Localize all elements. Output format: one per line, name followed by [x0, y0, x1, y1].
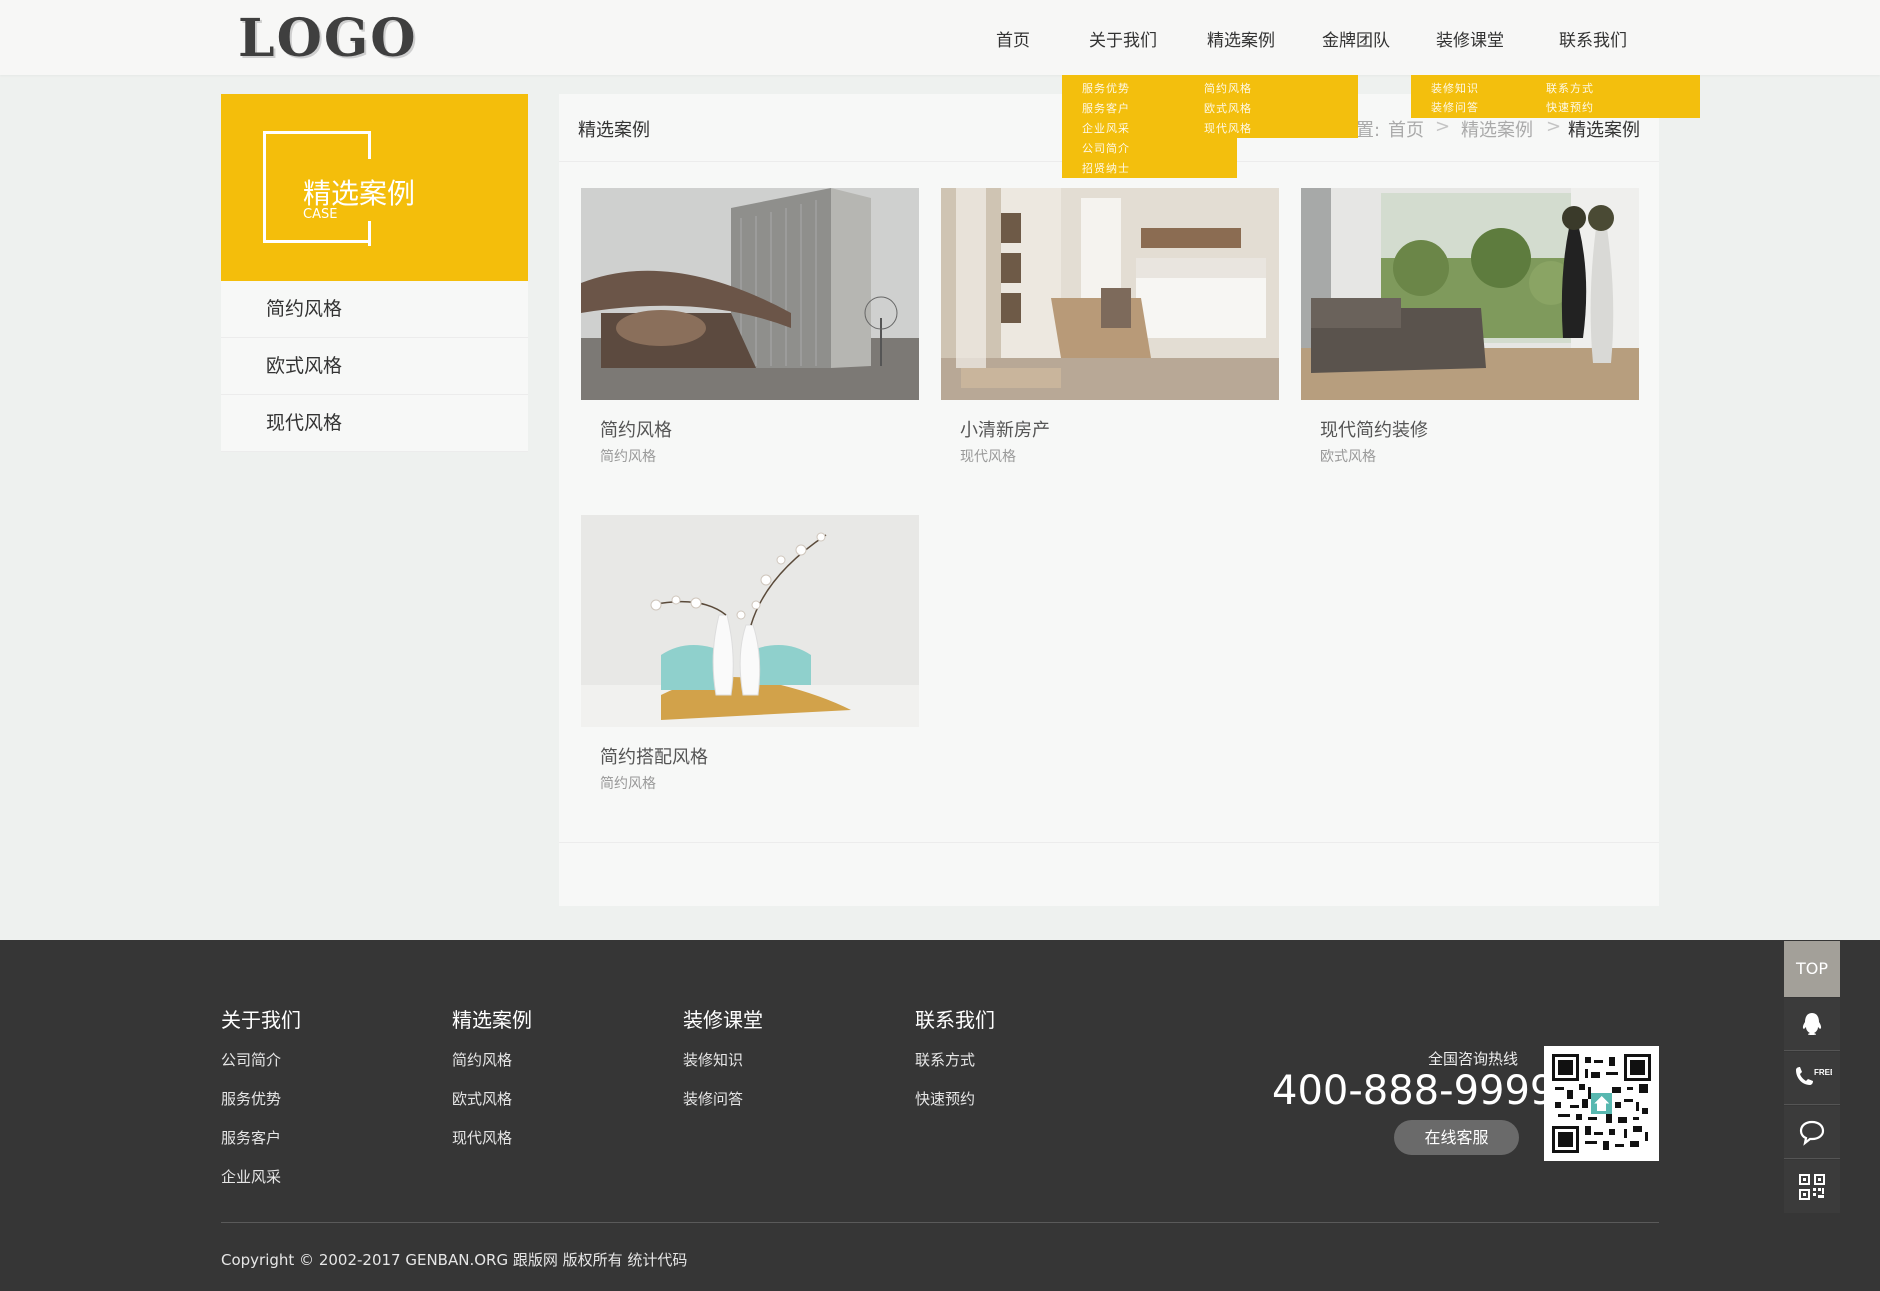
main-content: 精选案例 置: 首页 > 精选案例 > 精选案例 简约风格 简约风格 小清新房产… [559, 94, 1659, 906]
dropdown-item[interactable]: 服务优势 [1082, 80, 1130, 96]
copyright: Copyright © 2002-2017 GENBAN.ORG 跟版网 版权所… [221, 1251, 688, 1269]
dropdown-menu: 装修知识 装修问答 联系方式 快速预约 [1411, 75, 1700, 118]
divider [559, 842, 1659, 843]
footer: 关于我们 公司简介 服务优势 服务客户 企业风采 精选案例 简约风格 欧式风格 … [0, 940, 1880, 1291]
footer-col-about: 关于我们 公司简介 服务优势 服务客户 企业风采 [221, 1004, 301, 1205]
footer-link[interactable]: 欧式风格 [452, 1088, 532, 1127]
logo[interactable]: LOGO [238, 8, 418, 69]
breadcrumb-sep: > [1435, 116, 1451, 137]
dropdown-item[interactable]: 装修问答 [1431, 99, 1479, 115]
footer-col-class: 装修课堂 装修知识 装修问答 [683, 1004, 763, 1127]
case-category: 简约风格 [600, 449, 656, 465]
nav-cases[interactable]: 精选案例 [1207, 26, 1275, 51]
floating-toolbar: FREE [1784, 998, 1840, 1226]
dropdown-item[interactable]: 招贤纳士 [1082, 160, 1130, 176]
online-service-button[interactable]: 在线客服 [1394, 1120, 1519, 1155]
footer-link[interactable]: 装修问答 [683, 1088, 763, 1127]
footer-link[interactable]: 公司简介 [221, 1049, 301, 1088]
breadcrumb-home[interactable]: 首页 [1388, 116, 1424, 142]
dropdown-menu: 服务优势 服务客户 企业风采 简约风格 欧式风格 现代风格 [1062, 75, 1358, 138]
sidebar-subtitle: CASE [303, 207, 338, 222]
case-category: 欧式风格 [1320, 449, 1376, 465]
dropdown-item[interactable]: 联系方式 [1546, 80, 1594, 96]
footer-link[interactable]: 服务客户 [221, 1127, 301, 1166]
breadcrumb-sep: > [1546, 116, 1562, 137]
footer-link[interactable]: 企业风采 [221, 1166, 301, 1205]
footer-col-title[interactable]: 联系我们 [915, 1004, 995, 1033]
nav-team[interactable]: 金牌团队 [1322, 26, 1390, 51]
sidebar-item-modern[interactable]: 现代风格 [221, 395, 528, 452]
nav-about[interactable]: 关于我们 [1089, 26, 1157, 51]
dropdown-item[interactable]: 装修知识 [1431, 80, 1479, 96]
sidebar-item-simple[interactable]: 简约风格 [221, 281, 528, 338]
footer-link[interactable]: 联系方式 [915, 1049, 995, 1088]
footer-divider [221, 1222, 1659, 1223]
dropdown-item[interactable]: 企业风采 [1082, 120, 1130, 136]
sidebar-title: 精选案例 [303, 177, 416, 210]
footer-col-title[interactable]: 装修课堂 [683, 1004, 763, 1033]
case-image-bedroom[interactable] [941, 188, 1279, 400]
back-to-top-button[interactable]: TOP [1784, 941, 1840, 997]
case-title[interactable]: 简约搭配风格 [600, 743, 708, 769]
free-phone-icon[interactable]: FREE [1784, 1052, 1840, 1105]
case-image-building[interactable] [581, 188, 919, 400]
footer-col-title[interactable]: 关于我们 [221, 1004, 301, 1033]
footer-link[interactable]: 快速预约 [915, 1088, 995, 1127]
footer-col-cases: 精选案例 简约风格 欧式风格 现代风格 [452, 1004, 532, 1166]
case-title[interactable]: 简约风格 [600, 416, 672, 442]
hotline-number: 400-888-9999 [1272, 1068, 1556, 1114]
sidebar-header: 精选案例 CASE [221, 94, 528, 281]
qrcode-icon[interactable] [1784, 1160, 1840, 1213]
dropdown-item[interactable]: 现代风格 [1204, 120, 1252, 136]
case-category: 现代风格 [960, 449, 1016, 465]
breadcrumb-prefix: 置: [1356, 120, 1381, 141]
case-category: 简约风格 [600, 776, 656, 792]
footer-col-title[interactable]: 精选案例 [452, 1004, 532, 1033]
dropdown-item[interactable]: 欧式风格 [1204, 100, 1252, 116]
breadcrumb-cases[interactable]: 精选案例 [1461, 116, 1533, 142]
case-card[interactable]: 小清新房产 现代风格 [941, 188, 1279, 478]
nav-home[interactable]: 首页 [996, 26, 1030, 51]
sidebar-item-european[interactable]: 欧式风格 [221, 338, 528, 395]
hotline-label: 全国咨询热线 [1428, 1050, 1519, 1068]
dropdown-item[interactable]: 公司简介 [1082, 140, 1130, 156]
footer-link[interactable]: 服务优势 [221, 1088, 301, 1127]
footer-col-contact: 联系我们 联系方式 快速预约 [915, 1004, 995, 1127]
qr-code [1544, 1046, 1659, 1161]
footer-link[interactable]: 装修知识 [683, 1049, 763, 1088]
footer-link[interactable]: 简约风格 [452, 1049, 532, 1088]
dropdown-item[interactable]: 快速预约 [1546, 99, 1594, 115]
nav-contact[interactable]: 联系我们 [1559, 26, 1627, 51]
dropdown-item[interactable]: 服务客户 [1082, 100, 1130, 116]
chat-icon[interactable] [1784, 1106, 1840, 1159]
case-image-living[interactable] [1301, 188, 1639, 400]
dropdown-menu: 公司简介 招贤纳士 [1062, 138, 1237, 178]
sidebar-menu: 简约风格 欧式风格 现代风格 [221, 281, 528, 452]
case-card[interactable]: 现代简约装修 欧式风格 [1301, 188, 1639, 478]
nav-class[interactable]: 装修课堂 [1436, 26, 1504, 51]
qq-icon[interactable] [1784, 998, 1840, 1051]
footer-link[interactable]: 现代风格 [452, 1127, 532, 1166]
case-title[interactable]: 小清新房产 [960, 416, 1050, 442]
breadcrumb-current: 精选案例 [1568, 120, 1640, 141]
dropdown-item[interactable]: 简约风格 [1204, 80, 1252, 96]
svg-text:FREE: FREE [1814, 1068, 1832, 1077]
case-image-vases[interactable] [581, 515, 919, 727]
case-card[interactable]: 简约风格 简约风格 [581, 188, 919, 478]
header: LOGO 首页 关于我们 精选案例 金牌团队 装修课堂 联系我们 [0, 0, 1880, 75]
case-card[interactable]: 简约搭配风格 简约风格 [581, 515, 919, 805]
case-title[interactable]: 现代简约装修 [1320, 416, 1428, 442]
content-caption: 精选案例 [578, 120, 650, 141]
